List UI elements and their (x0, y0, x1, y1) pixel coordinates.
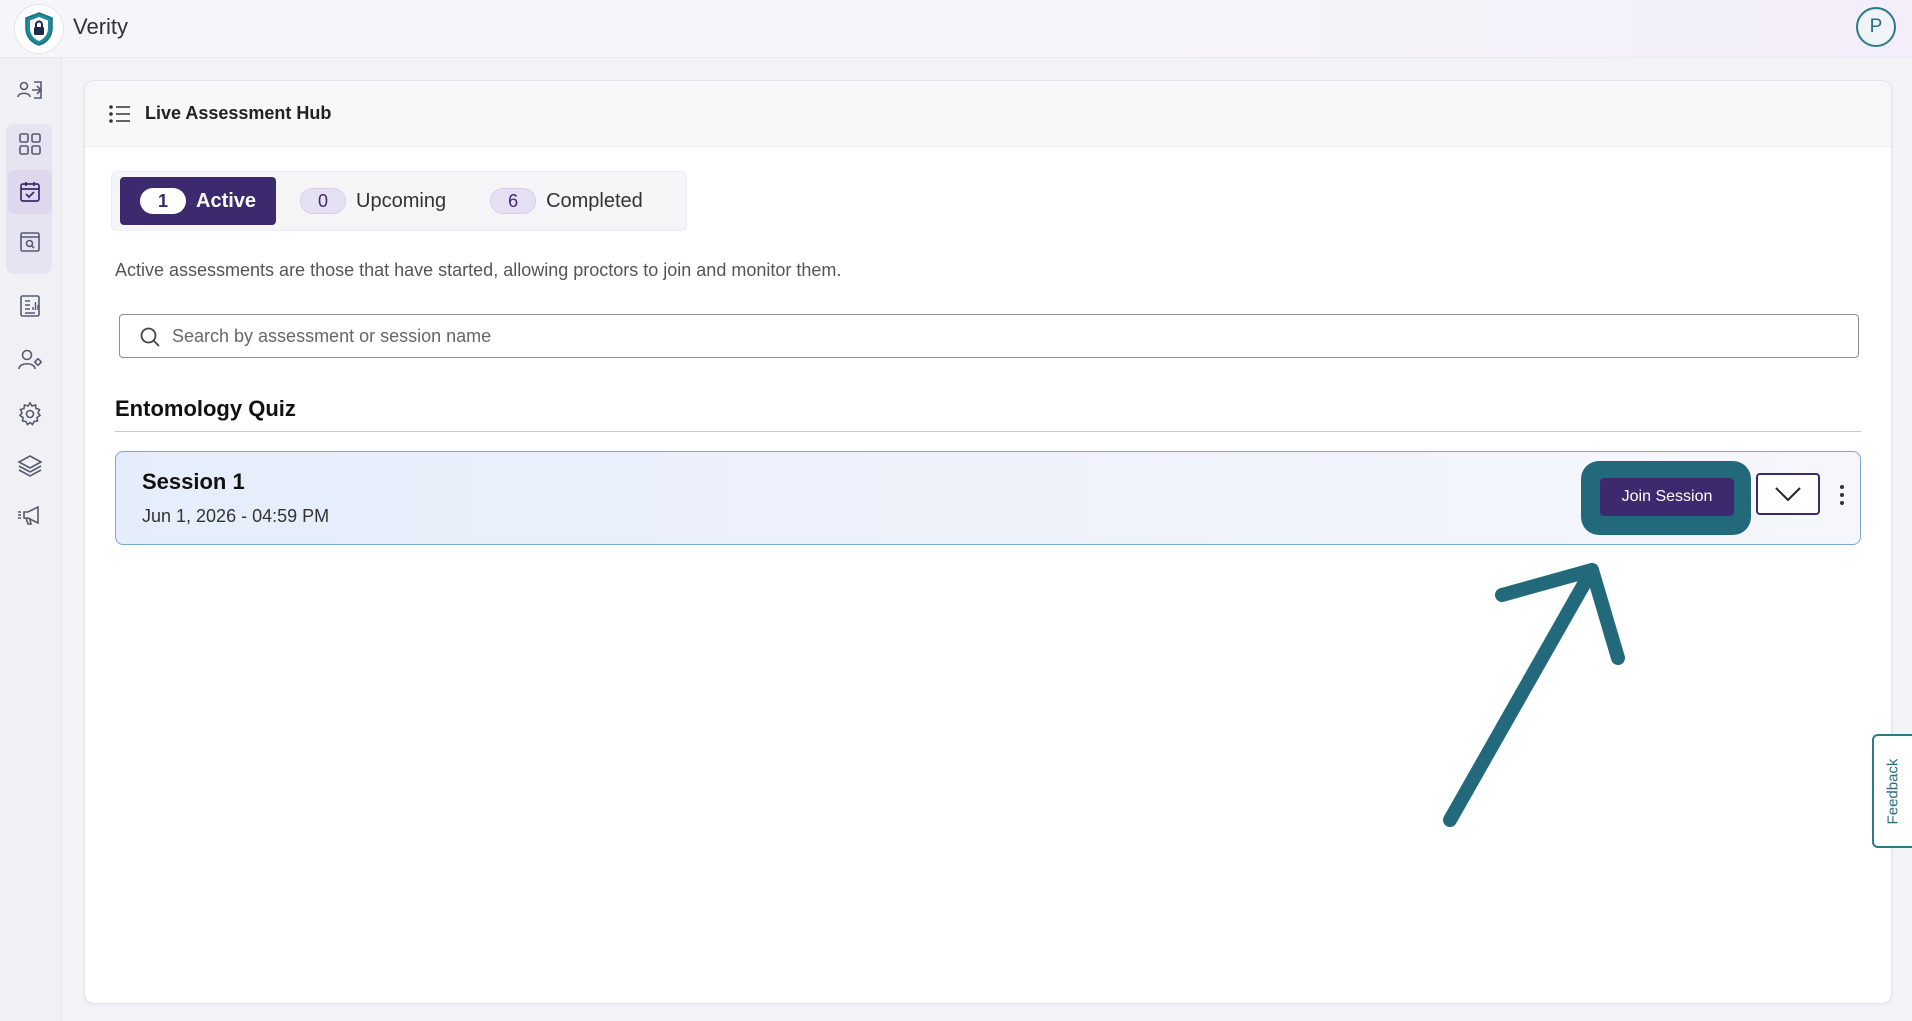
search-input[interactable] (172, 325, 1858, 347)
tab-description: Active assessments are those that have s… (115, 260, 842, 280)
report-icon (20, 295, 40, 317)
sidebar-item-live-assessments[interactable] (8, 170, 52, 214)
app-title: Verity (73, 14, 129, 39)
search-window-icon (20, 232, 40, 252)
tab-count-badge: 0 (300, 188, 347, 214)
calendar-check-icon (20, 182, 40, 202)
session-name: Session 1 (142, 469, 245, 494)
list-menu-icon[interactable] (107, 101, 133, 127)
join-session-button[interactable]: Join Session (1600, 478, 1734, 516)
tab-completed[interactable]: 6 Completed (470, 177, 663, 225)
annotation-arrow-icon (1443, 563, 1625, 827)
sidebar-item-layers[interactable] (8, 444, 52, 488)
tab-upcoming[interactable]: 0 Upcoming (280, 177, 466, 225)
search-icon (140, 327, 160, 347)
search-box (119, 314, 1859, 358)
tab-count-badge: 6 (490, 188, 537, 214)
page-title: Live Assessment Hub (145, 103, 332, 123)
shield-lock-icon (25, 12, 53, 46)
assessment-group-title: Entomology Quiz (115, 396, 296, 421)
feedback-label: Feedback (1884, 758, 1902, 824)
sidebar-item-users[interactable] (8, 338, 52, 382)
tab-label: Upcoming (356, 189, 447, 212)
card-header: Live Assessment Hub (85, 81, 1891, 147)
user-login-icon (17, 81, 43, 99)
user-settings-icon (18, 349, 42, 370)
app-logo[interactable] (14, 4, 64, 54)
tab-count-badge: 1 (140, 188, 186, 214)
sidebar-item-settings[interactable] (8, 392, 52, 436)
expand-session-button[interactable] (1756, 473, 1820, 515)
more-options-button[interactable] (1830, 476, 1854, 514)
tab-label: Completed (546, 189, 643, 212)
tab-active[interactable]: 1 Active (120, 177, 277, 225)
sidebar-item-announcements[interactable] (8, 494, 52, 538)
sidebar (0, 58, 62, 1021)
gear-icon (18, 401, 42, 426)
sidebar-item-dashboard[interactable] (8, 122, 52, 166)
announcement-icon (18, 505, 39, 525)
main-card: Live Assessment Hub 1 Active 0 Upcoming … (84, 80, 1892, 1004)
status-tabs: 1 Active 0 Upcoming 6 Completed (111, 171, 687, 231)
chevron-down-icon (1775, 487, 1801, 502)
feedback-tab[interactable]: Feedback (1872, 734, 1912, 848)
divider (115, 431, 1861, 432)
layers-icon (17, 455, 43, 477)
dashboard-grid-icon (19, 133, 41, 155)
session-row[interactable]: Session 1 Jun 1, 2026 - 04:59 PM Join Se… (115, 451, 1861, 545)
sidebar-item-reports[interactable] (8, 284, 52, 328)
session-datetime: Jun 1, 2026 - 04:59 PM (142, 506, 330, 526)
sidebar-item-login[interactable] (8, 68, 52, 112)
more-vertical-icon (1840, 485, 1844, 505)
tab-label: Active (196, 189, 257, 212)
user-avatar[interactable]: P (1856, 7, 1896, 47)
top-bar: Verity P (0, 0, 1912, 58)
sidebar-item-review[interactable] (8, 220, 52, 264)
